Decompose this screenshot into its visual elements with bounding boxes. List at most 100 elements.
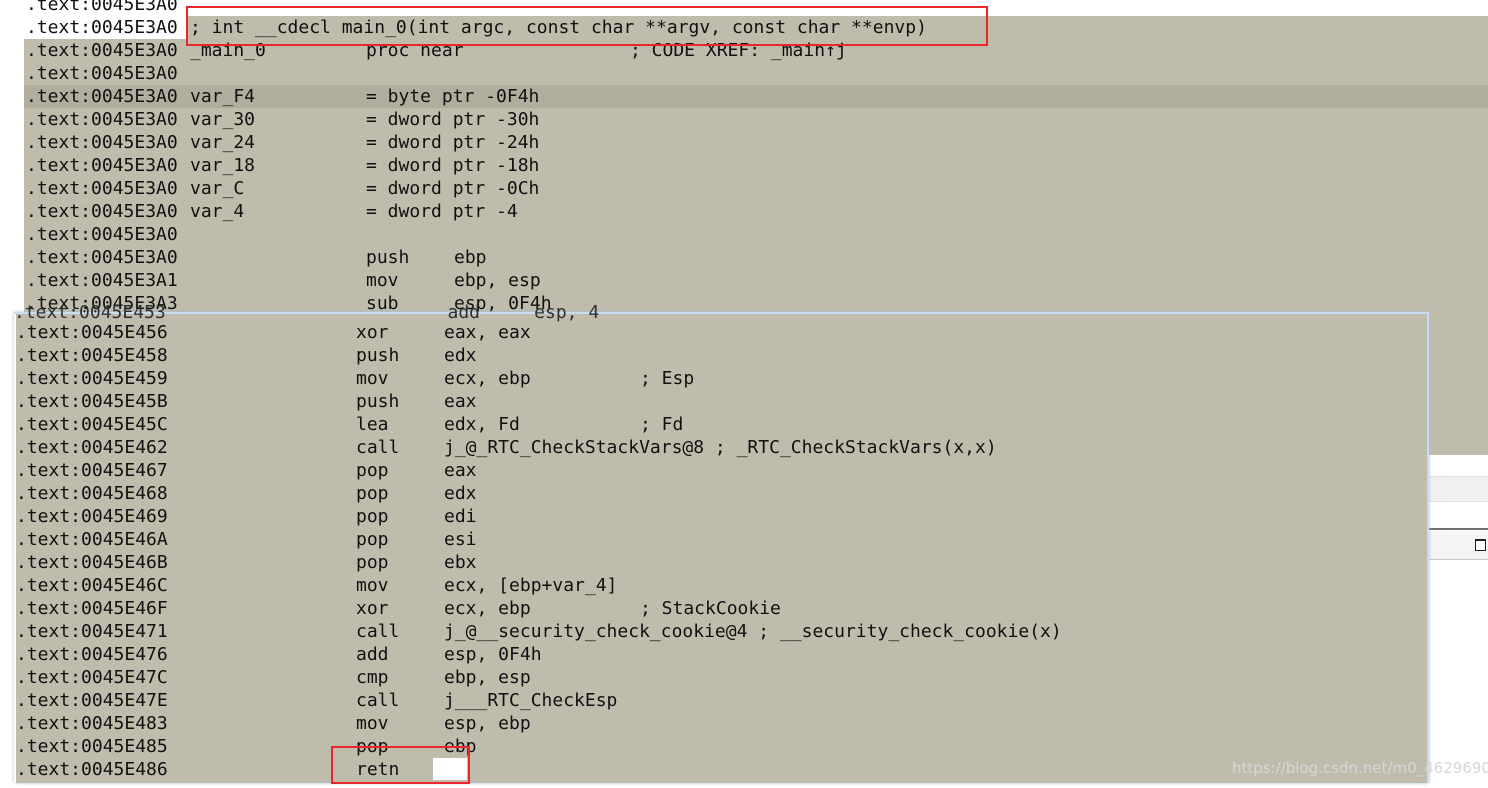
row-operand: edx: [444, 483, 477, 504]
listing-row[interactable]: .text:0045E3A0 var_C = dword ptr -0Ch: [24, 177, 1488, 200]
background-window-divider: [1428, 528, 1488, 530]
row-address: .text:0045E456: [16, 322, 168, 343]
row-mnemonic: pop: [356, 529, 389, 550]
row-operand: edi: [444, 506, 477, 527]
disassembly-view-bottom[interactable]: .text:0045E453 add esp, 4 .text:0045E456…: [14, 302, 1429, 783]
row-address: .text:0045E476: [16, 644, 168, 665]
row-mnemonic: pop: [356, 460, 389, 481]
listing-row[interactable]: .text:0045E3A0 push ebp: [24, 246, 1488, 269]
row-operand: edx, Fd: [444, 414, 520, 435]
listing-row[interactable]: .text:0045E47E call j___RTC_CheckEsp: [14, 689, 1427, 712]
row-address: .text:0045E3A0: [26, 178, 178, 199]
row-operand: ecx, ebp: [444, 598, 531, 619]
row-address: .text:0045E3A0: [26, 155, 178, 176]
row-address: .text:0045E46C: [16, 575, 168, 596]
listing-row[interactable]: .text:0045E476 add esp, 0F4h: [14, 643, 1427, 666]
row-operand: ebp: [454, 247, 487, 268]
row-address: .text:0045E46B: [16, 552, 168, 573]
listing-row[interactable]: .text:0045E486 retn: [14, 758, 1427, 781]
listing-row[interactable]: .text:0045E46B pop ebx: [14, 551, 1427, 574]
row-mnemonic: call: [356, 437, 400, 458]
cut-address: .text:0045E3A0: [26, 0, 178, 15]
row-comment: ; StackCookie: [640, 598, 781, 619]
row-comment: ; Fd: [640, 414, 684, 435]
listing-row[interactable]: .text:0045E467 pop eax: [14, 459, 1427, 482]
row-operand: ebp, esp: [444, 667, 531, 688]
row-operand: ebp, esp: [454, 270, 541, 291]
row-mnemonic: = dword ptr -0Ch: [366, 178, 540, 199]
row-operand: j_@_RTC_CheckStackVars@8 ; _RTC_CheckSta…: [444, 437, 997, 458]
listing-row[interactable]: .text:0045E46A pop esi: [14, 528, 1427, 551]
listing-row[interactable]: .text:0045E3A1 mov ebp, esp: [24, 269, 1488, 292]
listing-row[interactable]: .text:0045E3A0 var_F4 = byte ptr -0F4h: [24, 85, 1488, 108]
listing-row[interactable]: .text:0045E3A0: [24, 223, 1488, 246]
row-mnemonic: pop: [356, 483, 389, 504]
row-address: .text:0045E483: [16, 713, 168, 734]
row-address: .text:0045E3A1: [26, 270, 178, 291]
listing-row[interactable]: .text:0045E462 call j_@_RTC_CheckStackVars…: [14, 436, 1427, 459]
row-label: var_C: [190, 178, 245, 199]
row-operand: edx: [444, 345, 477, 366]
row-operand: j___RTC_CheckEsp: [444, 690, 618, 711]
row-mnemonic: = dword ptr -24h: [366, 132, 540, 153]
row-mnemonic: call: [356, 621, 400, 642]
listing-row[interactable]: .text:0045E3A0 var_30 = dword ptr -30h: [24, 108, 1488, 131]
listing-row[interactable]: .text:0045E46F xor ecx, ebp ; StackCookie: [14, 597, 1427, 620]
listing-row[interactable]: .text:0045E459 mov ecx, ebp ; Esp: [14, 367, 1427, 390]
row-mnemonic: lea: [356, 414, 389, 435]
row-mnemonic: = dword ptr -30h: [366, 109, 540, 130]
row-address: .text:0045E469: [16, 506, 168, 527]
left-gutter: [0, 0, 25, 312]
listing-row[interactable]: .text:0045E3A0: [24, 62, 1488, 85]
listing-row[interactable]: .text:0045E3A0 var_18 = dword ptr -18h: [24, 154, 1488, 177]
row-operand: j_@__security_check_cookie@4 ; __securit…: [444, 621, 1062, 642]
row-label: var_24: [190, 132, 256, 153]
row-mnemonic: mov: [356, 575, 389, 596]
row-operand: eax: [444, 391, 477, 412]
listing-row[interactable]: .text:0045E45C lea edx, Fd ; Fd: [14, 413, 1427, 436]
row-label: var_30: [190, 109, 256, 130]
listing-row[interactable]: .text:0045E3A0 var_4 = dword ptr -4: [24, 200, 1488, 223]
row-address: .text:0045E3A0: [26, 132, 178, 153]
row-address: .text:0045E468: [16, 483, 168, 504]
row-mnemonic: push: [356, 391, 400, 412]
listing-row[interactable]: .text:0045E469 pop edi: [14, 505, 1427, 528]
listing-row[interactable]: .text:0045E456 xor eax, eax: [14, 321, 1427, 344]
row-address: .text:0045E46F: [16, 598, 168, 619]
row-address: .text:0045E3A0: [26, 247, 178, 268]
row-operand: ebp: [444, 736, 477, 757]
row-address: .text:0045E3A0: [26, 63, 178, 84]
row-mnemonic: push: [356, 345, 400, 366]
listing-row[interactable]: .text:0045E45B push eax: [14, 390, 1427, 413]
row-mnemonic: = dword ptr -18h: [366, 155, 540, 176]
row-label: var_4: [190, 201, 245, 222]
restore-window-icon[interactable]: [1475, 539, 1486, 551]
row-address: .text:0045E45B: [16, 391, 168, 412]
row-address: .text:0045E462: [16, 437, 168, 458]
listing-row[interactable]: .text:0045E46C mov ecx, [ebp+var_4]: [14, 574, 1427, 597]
row-address: .text:0045E46A: [16, 529, 168, 550]
row-address: .text:0045E458: [16, 345, 168, 366]
listing-row[interactable]: .text:0045E471 call j_@__security_check_co…: [14, 620, 1427, 643]
listing-row[interactable]: .text:0045E458 push edx: [14, 344, 1427, 367]
row-mnemonic: push: [366, 247, 410, 268]
row-label: var_18: [190, 155, 256, 176]
listing-row[interactable]: .text:0045E3A0 _main_0 proc near ; CODE XRE…: [24, 39, 1488, 62]
row-operand: ebx: [444, 552, 477, 573]
row-mnemonic: mov: [356, 368, 389, 389]
listing-row[interactable]: .text:0045E3A0 var_24 = dword ptr -24h: [24, 131, 1488, 154]
row-address: .text:0045E471: [16, 621, 168, 642]
row-mnemonic: retn: [356, 759, 400, 780]
row-address: .text:0045E3A0: [26, 40, 178, 61]
row-label: var_F4: [190, 86, 256, 107]
listing-row[interactable]: .text:0045E47C cmp ebp, esp: [14, 666, 1427, 689]
listing-row[interactable]: .text:0045E483 mov esp, ebp: [14, 712, 1427, 735]
signature-row[interactable]: .text:0045E3A0 ; int __cdecl main_0(int …: [24, 16, 1488, 39]
row-comment: ; CODE XREF: _main↑j: [630, 40, 847, 61]
listing-row[interactable]: .text:0045E468 pop edx: [14, 482, 1427, 505]
signature-address: .text:0045E3A0: [26, 17, 178, 38]
row-address: .text:0045E3A0: [26, 201, 178, 222]
scrolled-line: .text:0045E3A0: [24, 0, 1488, 16]
listing-row[interactable]: .text:0045E485 pop ebp: [14, 735, 1427, 758]
row-operand: ecx, ebp: [444, 368, 531, 389]
